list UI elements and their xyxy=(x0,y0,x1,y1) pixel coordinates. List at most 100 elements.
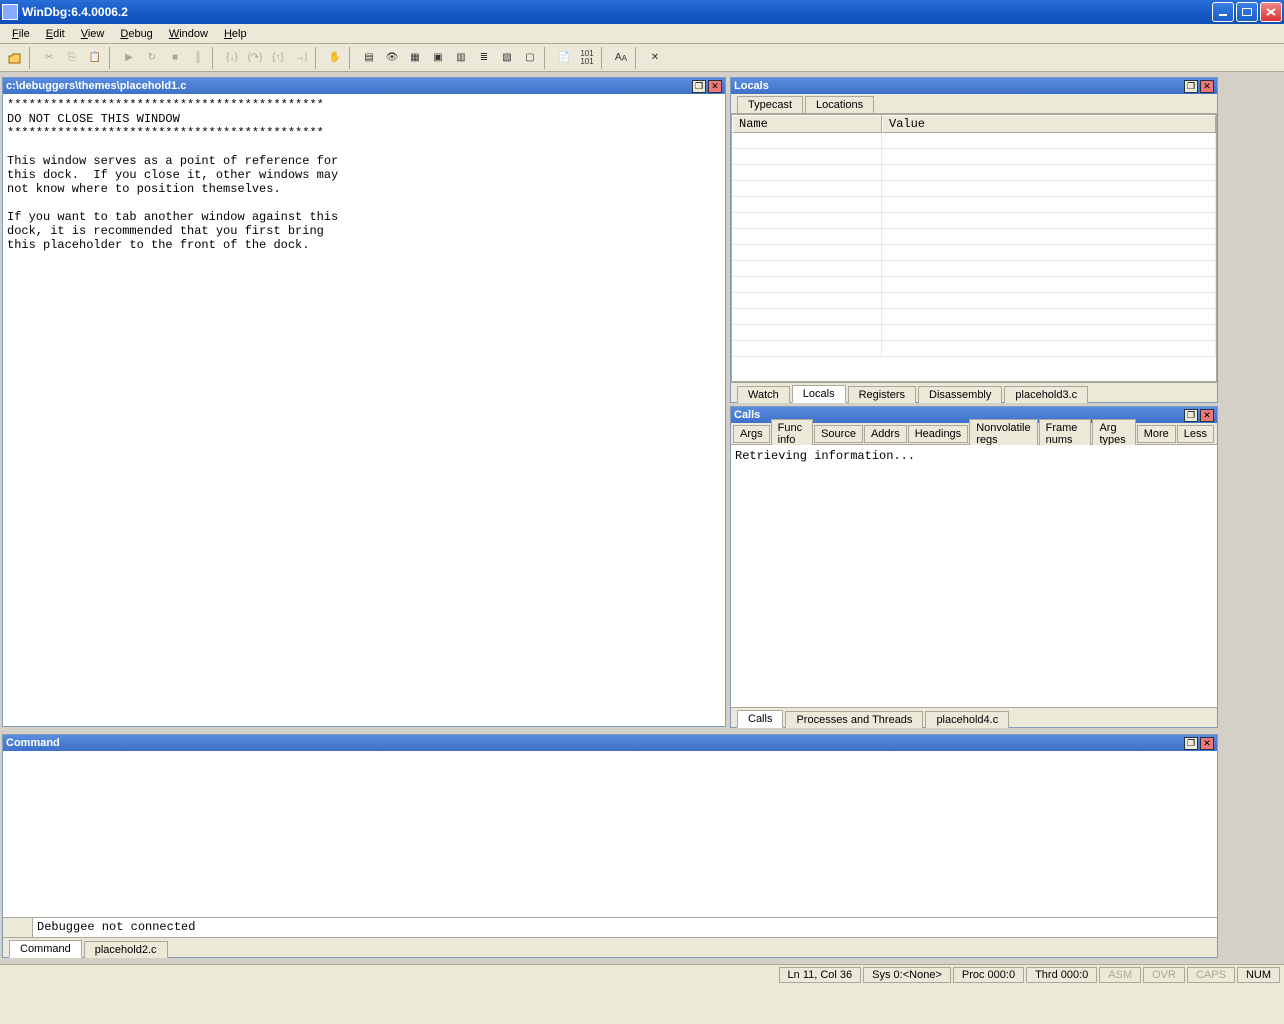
command-window-icon[interactable]: ▤ xyxy=(358,47,380,69)
btn-nonvolatile-regs[interactable]: Nonvolatile regs xyxy=(969,419,1037,449)
btn-less[interactable]: Less xyxy=(1177,425,1214,443)
locals-window-titlebar[interactable]: Locals ❐ ✕ xyxy=(731,78,1217,94)
callstack-window-icon[interactable]: ≣ xyxy=(473,47,495,69)
column-value[interactable]: Value xyxy=(882,115,1216,133)
calls-toolbar: Args Func info Source Addrs Headings Non… xyxy=(731,423,1217,445)
locals-table: Name Value xyxy=(731,114,1217,382)
tab-watch[interactable]: Watch xyxy=(737,386,790,403)
locals-window: Locals ❐ ✕ Typecast Locations Name Value xyxy=(730,77,1218,403)
copy-icon[interactable]: ⎘ xyxy=(61,47,83,69)
tab-locations[interactable]: Locations xyxy=(805,96,874,113)
binary-icon[interactable]: 101101 xyxy=(576,47,598,69)
command-prompt xyxy=(3,918,33,937)
close-icon[interactable]: ✕ xyxy=(1200,737,1214,750)
locals-window-title: Locals xyxy=(734,80,1182,92)
btn-func-info[interactable]: Func info xyxy=(771,419,813,449)
tab-typecast[interactable]: Typecast xyxy=(737,96,803,113)
toolbar: ✂ ⎘ 📋 ▶ ↻ ■ ║ {↓} {↷} {↑} →| ✋ ▤ 👁 ▦ ▣ ▥… xyxy=(0,44,1284,72)
btn-more[interactable]: More xyxy=(1137,425,1176,443)
tab-placehold2[interactable]: placehold2.c xyxy=(84,941,168,958)
menu-window[interactable]: Window xyxy=(161,26,216,42)
column-name[interactable]: Name xyxy=(732,115,882,133)
menu-edit[interactable]: Edit xyxy=(38,26,73,42)
break-icon[interactable]: ║ xyxy=(187,47,209,69)
close-icon[interactable]: ✕ xyxy=(708,80,722,93)
status-position: Ln 11, Col 36 xyxy=(779,967,862,983)
command-output[interactable] xyxy=(3,751,1217,917)
cut-icon[interactable]: ✂ xyxy=(38,47,60,69)
tab-command[interactable]: Command xyxy=(9,940,82,958)
stop-icon[interactable]: ■ xyxy=(164,47,186,69)
locals-top-tabs: Typecast Locations xyxy=(731,94,1217,114)
btn-frame-nums[interactable]: Frame nums xyxy=(1039,419,1092,449)
tab-locals[interactable]: Locals xyxy=(792,385,846,403)
menubar: File Edit View Debug Window Help xyxy=(0,24,1284,44)
options-icon[interactable]: ✕ xyxy=(644,47,666,69)
restore-icon[interactable]: ❐ xyxy=(692,80,706,93)
watch-window-icon[interactable]: 👁 xyxy=(381,47,403,69)
status-asm: ASM xyxy=(1099,967,1141,983)
app-icon xyxy=(2,4,18,20)
close-button[interactable] xyxy=(1260,2,1282,22)
btn-arg-types[interactable]: Arg types xyxy=(1092,419,1135,449)
close-icon[interactable]: ✕ xyxy=(1200,80,1214,93)
minimize-button[interactable] xyxy=(1212,2,1234,22)
tab-placehold3[interactable]: placehold3.c xyxy=(1004,386,1088,403)
command-input-row: Debuggee not connected xyxy=(3,917,1217,937)
tab-calls[interactable]: Calls xyxy=(737,710,783,728)
status-caps: CAPS xyxy=(1187,967,1235,983)
calls-body[interactable]: Retrieving information... xyxy=(731,445,1217,707)
btn-headings[interactable]: Headings xyxy=(908,425,968,443)
command-window: Command ❐ ✕ Debuggee not connected Comma… xyxy=(2,734,1218,958)
menu-debug[interactable]: Debug xyxy=(112,26,160,42)
breakpoint-icon[interactable]: ✋ xyxy=(324,47,346,69)
step-into-icon[interactable]: {↓} xyxy=(221,47,243,69)
btn-addrs[interactable]: Addrs xyxy=(864,425,907,443)
run-to-cursor-icon[interactable]: →| xyxy=(290,47,312,69)
close-icon[interactable]: ✕ xyxy=(1200,409,1214,422)
tab-registers[interactable]: Registers xyxy=(848,386,916,403)
btn-args[interactable]: Args xyxy=(733,425,770,443)
scratch-window-icon[interactable]: ▢ xyxy=(519,47,541,69)
source-window-titlebar[interactable]: c:\debuggers\themes\placehold1.c ❐ ✕ xyxy=(3,78,725,94)
btn-source[interactable]: Source xyxy=(814,425,863,443)
source-window: c:\debuggers\themes\placehold1.c ❐ ✕ ***… xyxy=(2,77,726,727)
tab-processes-threads[interactable]: Processes and Threads xyxy=(785,711,923,728)
locals-window-icon[interactable]: ▦ xyxy=(404,47,426,69)
restore-icon[interactable]: ❐ xyxy=(1184,409,1198,422)
command-status: Debuggee not connected xyxy=(33,918,1217,937)
window-title: WinDbg:6.4.0006.2 xyxy=(22,5,128,19)
restart-icon[interactable]: ↻ xyxy=(141,47,163,69)
open-icon[interactable] xyxy=(4,47,26,69)
maximize-button[interactable] xyxy=(1236,2,1258,22)
step-over-icon[interactable]: {↷} xyxy=(244,47,266,69)
locals-body xyxy=(732,133,1216,357)
source-text-area[interactable]: ****************************************… xyxy=(3,94,725,726)
status-sys: Sys 0:<None> xyxy=(863,967,951,983)
disasm-window-icon[interactable]: ▧ xyxy=(496,47,518,69)
tab-disassembly[interactable]: Disassembly xyxy=(918,386,1002,403)
step-out-icon[interactable]: {↑} xyxy=(267,47,289,69)
tab-placehold4[interactable]: placehold4.c xyxy=(925,711,1009,728)
status-ovr: OVR xyxy=(1143,967,1185,983)
menu-help[interactable]: Help xyxy=(216,26,255,42)
mdi-client-area: c:\debuggers\themes\placehold1.c ❐ ✕ ***… xyxy=(0,72,1284,984)
status-thrd: Thrd 000:0 xyxy=(1026,967,1097,983)
source-mode-icon[interactable]: 📄 xyxy=(553,47,575,69)
memory-window-icon[interactable]: ▥ xyxy=(450,47,472,69)
command-bottom-tabs: Command placehold2.c xyxy=(3,937,1217,957)
menu-file[interactable]: File xyxy=(4,26,38,42)
paste-icon[interactable]: 📋 xyxy=(84,47,106,69)
calls-bottom-tabs: Calls Processes and Threads placehold4.c xyxy=(731,707,1217,727)
restore-icon[interactable]: ❐ xyxy=(1184,737,1198,750)
font-icon[interactable]: AA xyxy=(610,47,632,69)
calls-window: Calls ❐ ✕ Args Func info Source Addrs He… xyxy=(730,406,1218,728)
go-icon[interactable]: ▶ xyxy=(118,47,140,69)
source-window-title: c:\debuggers\themes\placehold1.c xyxy=(6,80,690,92)
registers-window-icon[interactable]: ▣ xyxy=(427,47,449,69)
locals-bottom-tabs: Watch Locals Registers Disassembly place… xyxy=(731,382,1217,402)
command-window-title: Command xyxy=(6,737,1182,749)
command-window-titlebar[interactable]: Command ❐ ✕ xyxy=(3,735,1217,751)
restore-icon[interactable]: ❐ xyxy=(1184,80,1198,93)
menu-view[interactable]: View xyxy=(73,26,113,42)
